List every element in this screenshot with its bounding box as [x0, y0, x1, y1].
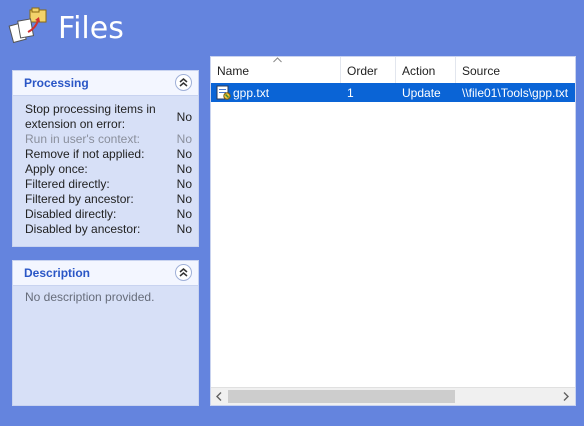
horizontal-scrollbar[interactable]	[211, 387, 575, 405]
property-disabled-directly: Disabled directly: No	[13, 207, 198, 222]
description-panel: Description No description provided.	[12, 260, 199, 406]
column-header-source[interactable]: Source	[456, 57, 575, 83]
files-folder-icon	[8, 7, 47, 44]
scroll-right-button[interactable]	[558, 388, 575, 405]
column-header-label: Order	[347, 64, 378, 78]
description-text: No description provided.	[25, 290, 155, 304]
list-item[interactable]: gpp.txt 1 Update \\file01\Tools\gpp.txt	[211, 83, 575, 102]
property-filtered-by-ancestor: Filtered by ancestor: No	[13, 192, 198, 207]
property-label: Disabled by ancestor:	[25, 222, 141, 236]
collapse-processing-button[interactable]	[175, 74, 192, 91]
property-stop-processing: Stop processing items in extension on er…	[13, 102, 198, 132]
chevron-left-icon	[216, 392, 222, 401]
chevron-right-icon	[563, 392, 569, 401]
property-value: No	[176, 132, 192, 146]
file-order: 1	[347, 86, 354, 100]
column-header-order[interactable]: Order	[341, 57, 396, 83]
page-title: Files	[58, 11, 124, 46]
file-preference-icon	[216, 85, 231, 100]
property-value: No	[176, 110, 192, 124]
property-remove-if-not-applied: Remove if not applied: No	[13, 147, 198, 162]
property-label: Run in user's context:	[25, 132, 141, 146]
column-header-label: Action	[402, 64, 436, 78]
sort-ascending-icon	[273, 57, 282, 63]
description-panel-header[interactable]: Description	[13, 261, 198, 286]
scroll-thumb[interactable]	[228, 390, 455, 403]
file-action: Update	[402, 86, 441, 100]
property-label: extension on error:	[25, 117, 126, 131]
chevron-up-double-icon	[179, 78, 188, 87]
property-value: No	[176, 162, 192, 176]
column-header-label: Source	[462, 64, 501, 78]
property-value: No	[176, 177, 192, 191]
property-disabled-by-ancestor: Disabled by ancestor: No	[13, 222, 198, 237]
processing-properties: Stop processing items in extension on er…	[13, 96, 198, 246]
property-filtered-directly: Filtered directly: No	[13, 177, 198, 192]
property-value: No	[176, 222, 192, 236]
property-apply-once: Apply once: No	[13, 162, 198, 177]
processing-panel: Processing Stop processing items in exte…	[12, 70, 199, 247]
property-value: No	[176, 192, 192, 206]
file-source: \\file01\Tools\gpp.txt	[462, 86, 569, 100]
property-run-in-user-context: Run in user's context: No	[13, 132, 198, 147]
property-label: Apply once:	[25, 162, 88, 176]
collapse-description-button[interactable]	[175, 264, 192, 281]
property-value: No	[176, 147, 192, 161]
chevron-up-double-icon	[179, 268, 188, 277]
property-label: Remove if not applied:	[25, 147, 145, 161]
column-header-action[interactable]: Action	[396, 57, 456, 83]
processing-panel-title: Processing	[24, 76, 89, 90]
property-label: Filtered by ancestor:	[25, 192, 134, 206]
property-label: Filtered directly:	[25, 177, 110, 191]
files-list-view[interactable]: Name Order Action Source gpp.txt 1 Updat…	[210, 56, 576, 406]
column-header-label: Name	[217, 64, 250, 78]
file-name: gpp.txt	[233, 86, 270, 100]
property-label: Stop processing items in	[25, 102, 156, 116]
property-value: No	[176, 207, 192, 221]
column-header-name[interactable]: Name	[211, 57, 341, 83]
scroll-left-button[interactable]	[211, 388, 228, 405]
description-panel-title: Description	[24, 266, 91, 280]
property-label: Disabled directly:	[25, 207, 117, 221]
column-header-bar: Name Order Action Source	[211, 57, 575, 83]
processing-panel-header[interactable]: Processing	[13, 71, 198, 96]
